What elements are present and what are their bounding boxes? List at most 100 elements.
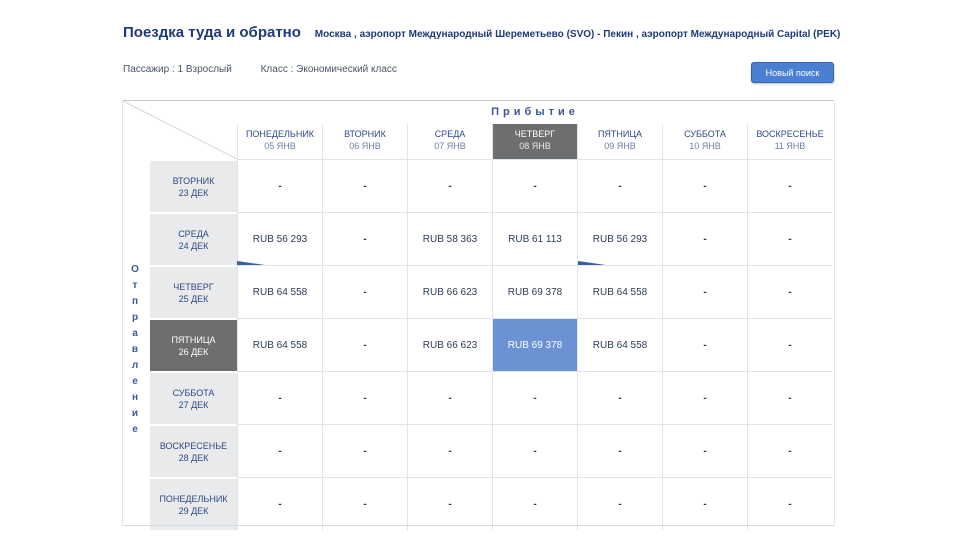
fare-cell-unavailable: - bbox=[662, 265, 747, 318]
arrival-date: 06 ЯНВ bbox=[349, 141, 381, 151]
departure-date: 24 ДЕК bbox=[178, 240, 209, 251]
fare-cell-unavailable: - bbox=[407, 159, 492, 212]
fare-cell[interactable]: RUB 66 623 bbox=[407, 318, 492, 371]
selection-marker bbox=[578, 261, 606, 265]
departure-label-letter: а bbox=[132, 328, 138, 339]
departure-day-header[interactable]: СУББОТА 27 ДЕК bbox=[150, 371, 237, 424]
fare-cell[interactable]: RUB 56 293 bbox=[237, 212, 322, 265]
fare-cell-unavailable: - bbox=[577, 371, 662, 424]
trip-title-line: Поездка туда и обратно Москва , аэропорт… bbox=[123, 24, 843, 43]
arrival-day-header[interactable]: ПОНЕДЕЛЬНИК 05 ЯНВ bbox=[237, 124, 322, 159]
fare-cell[interactable]: RUB 61 113 bbox=[492, 212, 577, 265]
arrival-day-name: ВОСКРЕСЕНЬЕ bbox=[756, 129, 824, 139]
fare-cell-unavailable: - bbox=[747, 371, 832, 424]
fare-cell-unavailable: - bbox=[237, 371, 322, 424]
table-border bbox=[122, 101, 123, 526]
arrival-day-name: СРЕДА bbox=[434, 129, 466, 139]
departure-label-letter: и bbox=[131, 408, 139, 419]
fare-cell[interactable]: RUB 58 363 bbox=[407, 212, 492, 265]
departure-label-letter: р bbox=[131, 312, 139, 323]
selection-marker bbox=[237, 261, 265, 265]
fare-cell-unavailable: - bbox=[747, 477, 832, 530]
fare-cell-unavailable: - bbox=[407, 424, 492, 477]
fare-cell-unavailable: - bbox=[747, 159, 832, 212]
arrival-date: 08 ЯНВ bbox=[519, 141, 551, 151]
fare-cell-unavailable: - bbox=[747, 424, 832, 477]
departure-day-name: СРЕДА bbox=[178, 228, 209, 239]
fare-cell[interactable]: RUB 64 558 bbox=[237, 318, 322, 371]
fare-cell[interactable]: RUB 69 378 bbox=[492, 265, 577, 318]
arrival-date: 11 ЯНВ bbox=[774, 141, 806, 151]
route-description: Москва , аэропорт Международный Шереметь… bbox=[314, 29, 841, 40]
fare-cell-unavailable: - bbox=[322, 318, 407, 371]
arrival-day-name: ПОНЕДЕЛЬНИК bbox=[245, 129, 315, 139]
fare-cell-unavailable: - bbox=[407, 371, 492, 424]
fare-cell-unavailable: - bbox=[577, 424, 662, 477]
fare-cell-unavailable: - bbox=[747, 318, 832, 371]
departure-label-letter: е bbox=[132, 376, 138, 387]
fare-cell-unavailable: - bbox=[322, 424, 407, 477]
arrival-day-header[interactable]: ЧЕТВЕРГ 08 ЯНВ bbox=[492, 124, 577, 159]
fare-cell-unavailable: - bbox=[492, 424, 577, 477]
fare-cell-unavailable: - bbox=[662, 477, 747, 530]
departure-label-letter: т bbox=[132, 280, 138, 291]
arrival-day-header[interactable]: СУББОТА 10 ЯНВ bbox=[662, 124, 747, 159]
fare-cell-unavailable: - bbox=[322, 212, 407, 265]
fare-cell-unavailable: - bbox=[662, 424, 747, 477]
arrival-axis-label: Прибытие bbox=[491, 106, 579, 118]
departure-day-name: ВТОРНИК bbox=[172, 175, 215, 186]
fare-cell-unavailable: - bbox=[492, 371, 577, 424]
departure-day-header[interactable]: СРЕДА 24 ДЕК bbox=[150, 212, 237, 265]
departure-day-name: ЧЕТВЕРГ bbox=[173, 281, 214, 292]
class-info: Класс : Экономический класс bbox=[260, 64, 397, 75]
departure-day-header[interactable]: ПЯТНИЦА 26 ДЕК bbox=[150, 318, 237, 371]
departure-label-letter: в bbox=[131, 344, 139, 355]
fare-cell[interactable]: RUB 69 378 bbox=[492, 318, 577, 371]
departure-day-header[interactable]: ВОСКРЕСЕНЬЕ 28 ДЕК bbox=[150, 424, 237, 477]
arrival-date: 09 ЯНВ bbox=[604, 141, 636, 151]
departure-date: 28 ДЕК bbox=[178, 452, 209, 463]
departure-day-name: ПОНЕДЕЛЬНИК bbox=[159, 493, 228, 504]
departure-date: 29 ДЕК bbox=[178, 505, 209, 516]
arrival-date: 05 ЯНВ bbox=[264, 141, 296, 151]
arrival-day-name: СУББОТА bbox=[684, 129, 726, 139]
trip-details: Пассажир : 1 Взрослый Класс : Экономичес… bbox=[123, 64, 423, 75]
fare-cell[interactable]: RUB 56 293 bbox=[577, 212, 662, 265]
departure-day-name: ПЯТНИЦА bbox=[171, 334, 216, 345]
arrival-day-name: ВТОРНИК bbox=[344, 129, 386, 139]
arrival-day-name: ЧЕТВЕРГ bbox=[514, 129, 556, 139]
fare-cell-unavailable: - bbox=[492, 477, 577, 530]
fare-cell-unavailable: - bbox=[662, 159, 747, 212]
departure-day-header[interactable]: ПОНЕДЕЛЬНИК 29 ДЕК bbox=[150, 477, 237, 530]
arrival-day-header[interactable]: ПЯТНИЦА 09 ЯНВ bbox=[577, 124, 662, 159]
fare-cell-unavailable: - bbox=[662, 212, 747, 265]
fare-cell-unavailable: - bbox=[237, 424, 322, 477]
fare-cell[interactable]: RUB 66 623 bbox=[407, 265, 492, 318]
fare-cell-unavailable: - bbox=[662, 318, 747, 371]
fare-cell[interactable]: RUB 64 558 bbox=[237, 265, 322, 318]
fare-cell-unavailable: - bbox=[322, 371, 407, 424]
fare-cell-unavailable: - bbox=[747, 265, 832, 318]
divider bbox=[123, 525, 834, 526]
arrival-day-header[interactable]: ВТОРНИК 06 ЯНВ bbox=[322, 124, 407, 159]
arrival-date: 10 ЯНВ bbox=[689, 141, 721, 151]
fare-cell[interactable]: RUB 64 558 bbox=[577, 265, 662, 318]
grid-corner bbox=[150, 124, 237, 159]
fare-cell-unavailable: - bbox=[322, 477, 407, 530]
arrival-day-header[interactable]: СРЕДА 07 ЯНВ bbox=[407, 124, 492, 159]
fare-cell-unavailable: - bbox=[322, 265, 407, 318]
departure-day-header[interactable]: ЧЕТВЕРГ 25 ДЕК bbox=[150, 265, 237, 318]
table-border bbox=[834, 101, 835, 526]
trip-type-title: Поездка туда и обратно bbox=[123, 24, 301, 41]
departure-day-name: ВОСКРЕСЕНЬЕ bbox=[159, 440, 228, 451]
new-search-button[interactable]: Новый поиск bbox=[751, 62, 834, 83]
fare-cell[interactable]: RUB 64 558 bbox=[577, 318, 662, 371]
fare-calendar-grid: ПОНЕДЕЛЬНИК 05 ЯНВ ВТОРНИК 06 ЯНВ СРЕДА 07 ЯН… bbox=[150, 124, 832, 530]
fare-cell-unavailable: - bbox=[577, 477, 662, 530]
fare-cell-unavailable: - bbox=[577, 159, 662, 212]
departure-day-header[interactable]: ВТОРНИК 23 ДЕК bbox=[150, 159, 237, 212]
arrival-day-header[interactable]: ВОСКРЕСЕНЬЕ 11 ЯНВ bbox=[747, 124, 832, 159]
fare-cell-unavailable: - bbox=[237, 159, 322, 212]
departure-label-letter: О bbox=[131, 264, 139, 275]
departure-date: 25 ДЕК bbox=[178, 293, 209, 304]
